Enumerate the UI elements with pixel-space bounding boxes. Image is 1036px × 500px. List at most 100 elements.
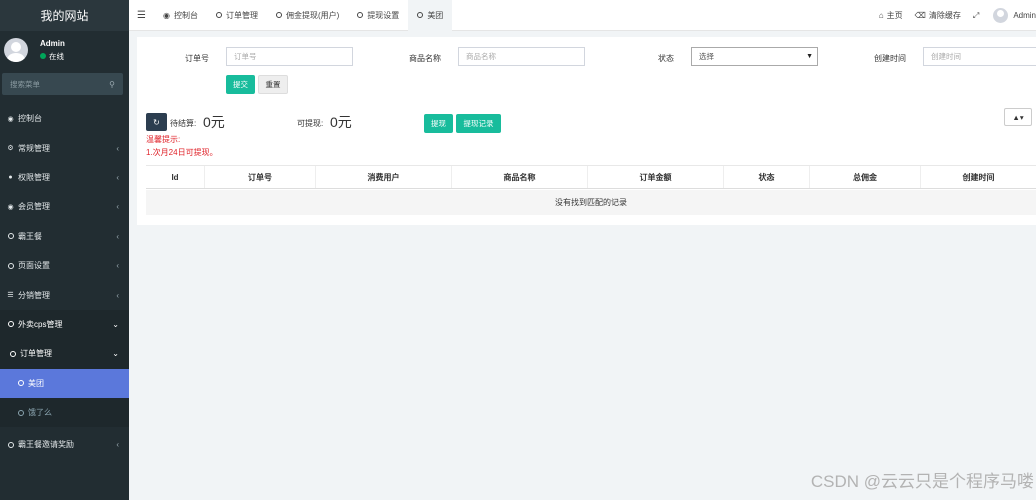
withdraw-button[interactable]: 提现 <box>424 114 453 133</box>
menu-toggle-icon[interactable]: ☰ <box>129 10 154 21</box>
sidebar-item-label: 常规管理 <box>18 143 50 153</box>
clear-cache-label: 清除缓存 <box>928 11 961 20</box>
sidebar-item-label: 饿了么 <box>28 408 52 418</box>
tip-title: 温馨提示: <box>146 135 181 144</box>
tab-dashboard[interactable]: ◉ 控制台 <box>154 0 207 31</box>
dashboard-icon: ◉ <box>163 10 170 20</box>
created-time-label: 创建时间 <box>874 54 906 63</box>
sidebar-item-label: 霸王餐邀请奖励 <box>18 440 74 450</box>
table-empty-row: 没有找到匹配的记录 <box>146 190 1036 215</box>
chevron-left-icon: ‹ <box>116 143 119 153</box>
sidebar-menu: ◉ 控制台 ⚙ 常规管理 ‹ ● 权限管理 ‹ ◉ 会员管理 ‹ 霸王餐 ‹ 页… <box>0 104 129 460</box>
tab-order-management[interactable]: 订单管理 <box>207 0 267 31</box>
sidebar-item-label: 订单管理 <box>20 349 52 359</box>
sidebar-item-members[interactable]: ◉ 会员管理 ‹ <box>0 192 129 221</box>
tab-label: 控制台 <box>173 10 198 20</box>
status-label: 状态 <box>658 54 674 63</box>
status-select[interactable]: 选择 ▼ <box>691 47 818 66</box>
list-icon: ☰ <box>7 292 14 300</box>
sidebar: 我的网站 Admin 在线 ⚲ ◉ 控制台 ⚙ 常规管理 ‹ ● 权限管理 ‹ <box>0 0 129 500</box>
chevron-left-icon: ‹ <box>116 202 119 212</box>
export-icon[interactable]: ▲▾ <box>1004 108 1032 126</box>
product-name-input[interactable] <box>458 47 585 66</box>
tab-meituan[interactable]: 美团 <box>408 0 453 31</box>
sidebar-item-label: 霸王餐 <box>18 231 42 241</box>
search-icon[interactable]: ⚲ <box>109 80 115 89</box>
sidebar-item-label: 会员管理 <box>18 202 50 212</box>
topbar: ☰ ◉ 控制台 订单管理 佣金提现(用户) 提现设置 美团 ⌂ 主页 ⌫ 清除缓… <box>129 0 1036 31</box>
circle-icon <box>9 350 16 357</box>
chevron-down-icon: ⌄ <box>112 319 119 329</box>
sidebar-search: ⚲ <box>2 73 123 95</box>
tab-label: 佣金提现(用户) <box>285 10 340 20</box>
chevron-left-icon: ‹ <box>116 261 119 271</box>
chevron-left-icon: ‹ <box>116 172 119 182</box>
withdrawable-value: 0元 <box>330 114 352 130</box>
sidebar-item-bawangcan[interactable]: 霸王餐 ‹ <box>0 222 129 251</box>
user-panel: Admin 在线 <box>0 31 129 69</box>
home-icon: ⌂ <box>878 11 884 20</box>
circle-icon <box>7 233 14 240</box>
sidebar-item-label: 页面设置 <box>18 261 50 271</box>
sidebar-item-distribution[interactable]: ☰ 分销管理 ‹ <box>0 280 129 309</box>
column-header-amount[interactable]: 订单金额 <box>588 166 724 188</box>
sidebar-search-input[interactable] <box>10 79 90 89</box>
dashboard-icon: ◉ <box>7 115 14 123</box>
clear-cache-button[interactable]: ⌫ 清除缓存 <box>915 10 961 21</box>
column-header-id[interactable]: Id <box>146 166 205 188</box>
sidebar-item-eleme[interactable]: 饿了么 <box>0 397 129 428</box>
user-menu[interactable]: Admin <box>993 8 1036 23</box>
caret-down-icon: ▼ <box>806 53 813 60</box>
tab-label: 美团 <box>427 10 444 20</box>
reset-button[interactable]: 重置 <box>258 75 288 94</box>
column-header-created[interactable]: 创建时间 <box>921 166 1036 188</box>
sidebar-item-label: 外卖cps管理 <box>18 319 63 329</box>
column-header-commission[interactable]: 总佣金 <box>810 166 921 188</box>
column-header-user[interactable]: 消费用户 <box>316 166 452 188</box>
sidebar-item-label: 权限管理 <box>18 172 50 182</box>
pending-value: 0元 <box>203 114 225 130</box>
created-time-input[interactable] <box>923 47 1036 66</box>
status-select-value: 选择 <box>699 52 714 61</box>
home-link[interactable]: ⌂ 主页 <box>879 10 903 21</box>
user-avatar <box>993 8 1009 23</box>
table-header: Id 订单号 消费用户 商品名称 订单金额 状态 总佣金 创建时间 <box>146 165 1036 189</box>
column-header-status[interactable]: 状态 <box>724 166 810 188</box>
trash-icon: ⌫ <box>914 11 926 20</box>
order-no-input[interactable] <box>226 47 353 66</box>
site-logo[interactable]: 我的网站 <box>0 0 129 31</box>
cogs-icon: ⚙ <box>7 145 14 153</box>
circle-icon <box>215 11 222 18</box>
user-status: 在线 <box>40 51 65 62</box>
submit-button[interactable]: 提交 <box>226 75 255 94</box>
online-dot-icon <box>40 53 46 59</box>
circle-icon <box>7 262 14 269</box>
sidebar-item-meituan[interactable]: 美团 <box>0 368 129 398</box>
user-avatar <box>4 38 28 62</box>
product-name-label: 商品名称 <box>409 54 441 63</box>
tip-text: 1.次月24日可提现。 <box>146 148 218 157</box>
sidebar-item-permissions[interactable]: ● 权限管理 ‹ <box>0 163 129 192</box>
fullscreen-icon[interactable]: ⤢ <box>973 11 979 21</box>
sidebar-item-label: 分销管理 <box>18 290 50 300</box>
chevron-left-icon: ‹ <box>116 231 119 241</box>
column-header-order-no[interactable]: 订单号 <box>205 166 316 188</box>
circle-icon <box>17 380 24 387</box>
circle-icon <box>7 441 14 448</box>
tab-commission-withdraw[interactable]: 佣金提现(用户) <box>267 0 348 31</box>
order-no-label: 订单号 <box>185 54 209 63</box>
chevron-left-icon: ‹ <box>116 440 119 450</box>
sidebar-item-general[interactable]: ⚙ 常规管理 ‹ <box>0 133 129 162</box>
tab-withdraw-settings[interactable]: 提现设置 <box>348 0 408 31</box>
user-circle-icon: ◉ <box>7 203 14 211</box>
sidebar-item-bawangcan-invite[interactable]: 霸王餐邀请奖励 ‹ <box>0 430 129 459</box>
user-menu-label: Admin <box>1013 11 1036 20</box>
withdraw-record-button[interactable]: 提现记录 <box>456 114 501 133</box>
sidebar-item-page-settings[interactable]: 页面设置 ‹ <box>0 251 129 280</box>
circle-icon <box>7 321 14 328</box>
sidebar-item-order-management[interactable]: 订单管理 ⌄ <box>0 339 129 369</box>
sidebar-item-takeout-cps[interactable]: 外卖cps管理 ⌄ <box>0 309 129 340</box>
refresh-icon[interactable]: ↻ <box>146 113 167 131</box>
column-header-product[interactable]: 商品名称 <box>452 166 588 188</box>
sidebar-item-dashboard[interactable]: ◉ 控制台 <box>0 104 129 133</box>
